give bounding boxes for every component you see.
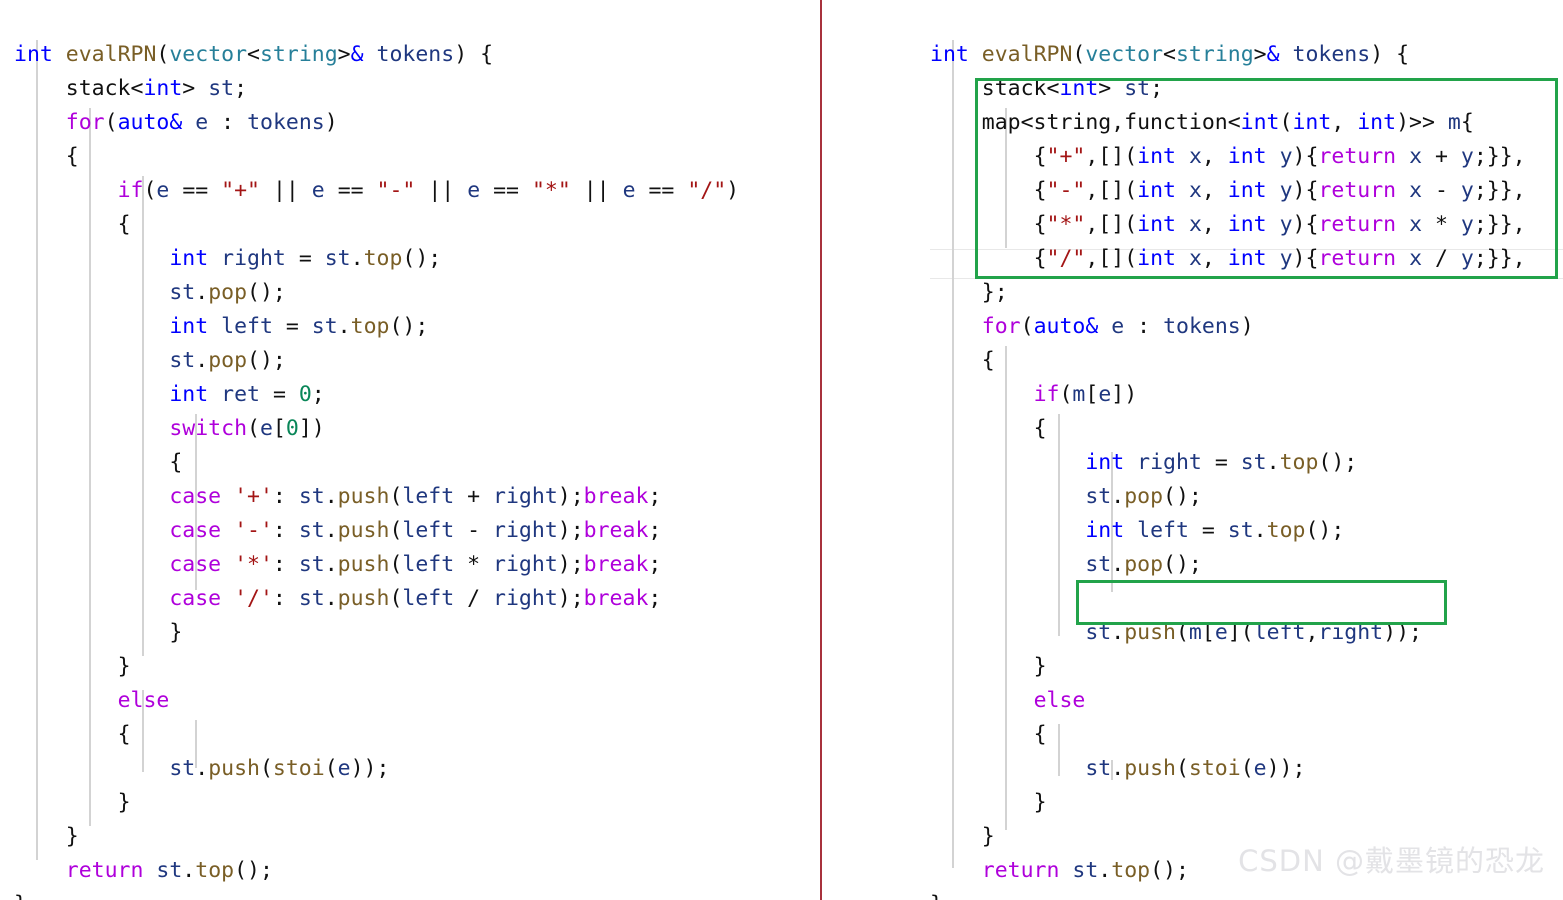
code-line: {: [1033, 416, 1047, 441]
right-code-block: int evalRPN(vector<string>& tokens) { st…: [930, 4, 1526, 900]
code-line: int right = st.top();: [1085, 450, 1358, 475]
code-line: case '+': st.push(left + right);break;: [169, 484, 662, 509]
code-line: }: [930, 888, 1526, 900]
code-line: else: [117, 688, 170, 713]
code-line: if(e == "+" || e == "-" || e == "*" || e…: [117, 178, 740, 203]
code-line: int evalRPN(vector<string>& tokens) {: [930, 42, 1410, 67]
code-line: }: [169, 620, 183, 645]
code-line: stack<int> st;: [981, 76, 1164, 101]
code-line: {: [1033, 722, 1047, 747]
code-line: st.push(stoi(e));: [169, 756, 390, 781]
code-line: {: [169, 450, 183, 475]
code-line: int left = st.top();: [169, 314, 429, 339]
code-line: int right = st.top();: [169, 246, 442, 271]
code-line: {: [981, 348, 995, 373]
code-line: int ret = 0;: [169, 382, 325, 407]
code-line: };: [981, 280, 1008, 305]
left-code-panel: int evalRPN(vector<string>& tokens) { st…: [0, 0, 820, 900]
code-line: if(m[e]): [1033, 382, 1138, 407]
code-line: st.pop();: [1085, 484, 1202, 509]
code-line: {"+",[](int x, int y){return x + y;}},: [1033, 144, 1526, 169]
code-line: }: [1033, 654, 1047, 679]
code-line: map<string,function<int(int, int)>> m{: [981, 110, 1474, 135]
code-line: {"-",[](int x, int y){return x - y;}},: [1033, 178, 1526, 203]
code-line: st.push(stoi(e));: [1085, 756, 1306, 781]
code-line: stack<int> st;: [65, 76, 248, 101]
code-line: int left = st.top();: [1085, 518, 1345, 543]
code-line: case '/': st.push(left / right);break;: [169, 586, 662, 611]
code-line: case '*': st.push(left * right);break;: [169, 552, 662, 577]
code-line: {"*",[](int x, int y){return x * y;}},: [1033, 212, 1526, 237]
code-line: {: [65, 144, 79, 169]
code-line: }: [117, 790, 131, 815]
right-code-panel: int evalRPN(vector<string>& tokens) { st…: [822, 0, 1563, 900]
code-line: for(auto& e : tokens): [65, 110, 338, 135]
code-line: }: [1033, 790, 1047, 815]
code-line: }: [65, 824, 79, 849]
code-line: for(auto& e : tokens): [981, 314, 1254, 339]
code-line: case '-': st.push(left - right);break;: [169, 518, 662, 543]
code-line: switch(e[0]): [169, 416, 325, 441]
code-line: else: [1033, 688, 1086, 713]
code-line: {: [117, 722, 131, 747]
code-line: return st.top();: [65, 858, 273, 883]
code-line: st.pop();: [1085, 552, 1202, 577]
code-line: st.pop();: [169, 280, 286, 305]
code-line: st.pop();: [169, 348, 286, 373]
code-line: st.push(m[e](left,right));: [1085, 620, 1422, 645]
left-code-block: int evalRPN(vector<string>& tokens) { st…: [14, 4, 739, 900]
code-line: }: [14, 888, 739, 900]
code-line: }: [117, 654, 131, 679]
code-line: int evalRPN(vector<string>& tokens) {: [14, 42, 494, 67]
code-line: {"/",[](int x, int y){return x / y;}},: [1033, 246, 1526, 271]
code-line: {: [117, 212, 131, 237]
csdn-watermark: CSDN @戴墨镜的恐龙: [1238, 844, 1545, 878]
